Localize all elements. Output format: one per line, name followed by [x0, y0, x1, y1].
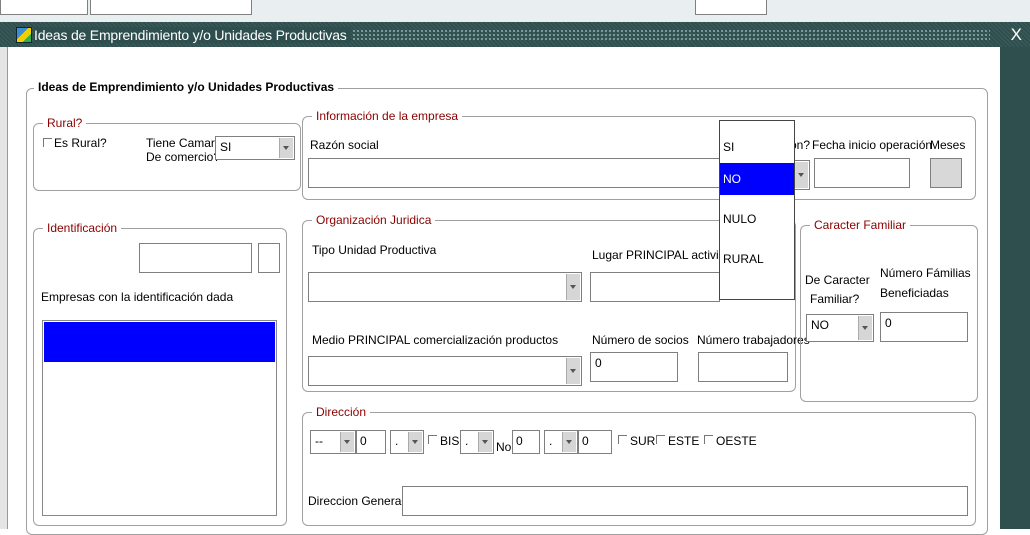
- letra1-select[interactable]: .: [390, 430, 424, 454]
- este-checkbox[interactable]: [656, 435, 665, 444]
- de-caracter-value: NO: [811, 318, 829, 332]
- bis-label: BIS: [440, 434, 460, 448]
- letra2-select[interactable]: .: [460, 430, 494, 454]
- num3-field[interactable]: 0: [578, 430, 612, 454]
- window-titlebar[interactable]: Ideas de Emprendimiento y/o Unidades Pro…: [0, 22, 1030, 47]
- chevron-down-icon[interactable]: [794, 162, 808, 188]
- chevron-down-icon[interactable]: [478, 432, 492, 452]
- identificacion-field[interactable]: [139, 243, 252, 273]
- de-caracter-select[interactable]: NO: [806, 314, 874, 342]
- numero-trabajadores-label: Número trabajadores: [697, 333, 810, 347]
- meses-field: [930, 158, 962, 188]
- oeste-checkbox[interactable]: [704, 435, 713, 444]
- tipo-unidad-select[interactable]: [308, 272, 582, 302]
- via-select[interactable]: --: [310, 430, 356, 454]
- medio-select[interactable]: [308, 356, 582, 386]
- empresas-label: Empresas con la identificación dada: [41, 290, 234, 304]
- es-rural-label: Es Rural?: [54, 136, 107, 150]
- tiene-camara-select[interactable]: SI: [215, 136, 295, 160]
- dropdown-option-nulo[interactable]: NULO: [720, 203, 794, 235]
- este-label: ESTE: [668, 434, 700, 448]
- dropdown-option-si[interactable]: SI: [720, 131, 794, 163]
- identificacion-dv-field[interactable]: [258, 243, 280, 273]
- numero-socios-label: Número de socios: [592, 333, 689, 347]
- meses-label: Meses: [930, 138, 966, 152]
- tiene-camara-value: SI: [220, 140, 232, 154]
- dropdown-option-no[interactable]: NO: [720, 163, 794, 195]
- sur-label: SUR: [630, 434, 656, 448]
- left-border: [0, 47, 8, 529]
- direccion-generada-field[interactable]: [402, 486, 968, 516]
- lugar-field[interactable]: [590, 272, 720, 302]
- fecha-inicio-field[interactable]: [814, 158, 910, 188]
- tiene-camara-label-line2: De comercio?: [146, 150, 221, 164]
- letra3-select[interactable]: .: [544, 430, 578, 454]
- lugar-label: Lugar PRINCIPAL actividad: [592, 248, 739, 262]
- familiar-legend: Caracter Familiar: [810, 218, 911, 232]
- right-background: [1000, 47, 1030, 529]
- chevron-down-icon[interactable]: [562, 432, 576, 452]
- oeste-label: OESTE: [716, 434, 757, 448]
- razon-social-label: Razón social: [310, 138, 379, 152]
- background-window-strip: [0, 0, 1030, 22]
- razon-social-field[interactable]: [308, 158, 728, 188]
- chevron-down-icon[interactable]: [408, 432, 422, 452]
- de-caracter-label-line2: Familiar?: [810, 292, 860, 306]
- direccion-generada-label: Direccion Generada: [308, 494, 415, 508]
- numero-socios-field[interactable]: 0: [590, 352, 678, 382]
- es-rural-checkbox[interactable]: [43, 138, 52, 147]
- medio-label: Medio PRINCIPAL comercialización product…: [312, 333, 559, 347]
- app-icon: [16, 27, 32, 43]
- no-label: No: [496, 440, 512, 454]
- numero-familias-label-line2: Beneficiadas: [880, 286, 949, 300]
- numero-familias-field[interactable]: 0: [880, 312, 968, 342]
- background-field: [0, 0, 88, 15]
- chevron-down-icon[interactable]: [279, 138, 293, 158]
- main-section-title: Ideas de Emprendimiento y/o Unidades Pro…: [34, 80, 339, 94]
- chevron-down-icon[interactable]: [566, 274, 580, 300]
- numero-familias-label: Número Fámilias: [880, 266, 971, 280]
- list-item-selected[interactable]: [44, 322, 275, 362]
- num2-field[interactable]: 0: [512, 430, 540, 454]
- empresas-listbox[interactable]: [42, 320, 277, 516]
- dropdown-option-rural[interactable]: RURAL: [720, 243, 794, 275]
- titlebar-pattern: [320, 29, 990, 41]
- sur-checkbox[interactable]: [618, 435, 627, 444]
- window-title: Ideas de Emprendimiento y/o Unidades Pro…: [34, 27, 351, 43]
- rural-legend: Rural?: [43, 116, 87, 130]
- num1-field[interactable]: 0: [356, 430, 386, 454]
- direccion-legend: Dirección: [312, 405, 371, 419]
- empresa-legend: Información de la empresa: [312, 109, 463, 123]
- chevron-down-icon[interactable]: [858, 316, 872, 340]
- background-field: [90, 0, 252, 15]
- close-icon[interactable]: X: [1011, 25, 1022, 45]
- chevron-down-icon[interactable]: [566, 358, 580, 384]
- de-caracter-label: De Caracter: [805, 273, 870, 287]
- bis-checkbox[interactable]: [428, 435, 437, 444]
- tipo-unidad-label: Tipo Unidad Productiva: [312, 243, 437, 257]
- organizacion-legend: Organización Juridica: [312, 213, 436, 227]
- identificacion-legend: Identificación: [43, 221, 122, 235]
- fecha-inicio-label: Fecha inicio operación: [812, 138, 933, 152]
- background-field: [695, 0, 767, 15]
- tiene-camara-label: Tiene Camara: [146, 136, 222, 150]
- numero-trabajadores-field[interactable]: [698, 352, 788, 382]
- chevron-down-icon[interactable]: [340, 432, 354, 452]
- dropdown-list[interactable]: SI NO NULO RURAL: [719, 120, 795, 300]
